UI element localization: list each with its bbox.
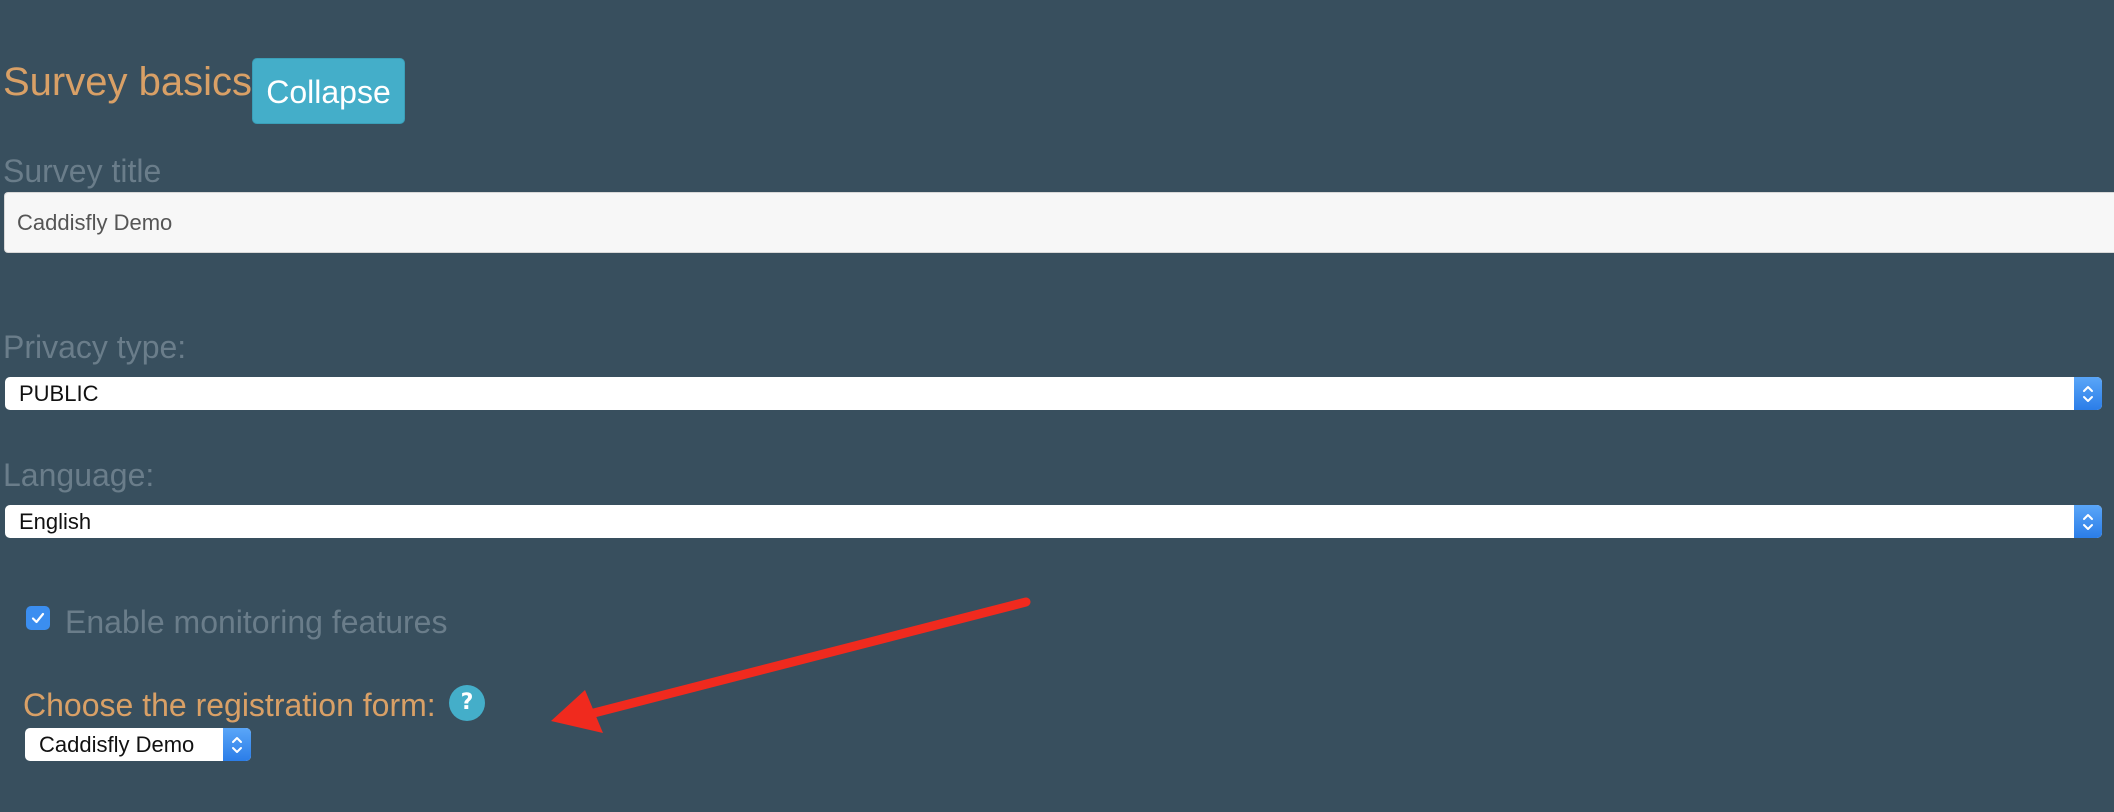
survey-title-label: Survey title bbox=[3, 153, 162, 189]
registration-form-label: Choose the registration form: bbox=[23, 687, 436, 723]
monitoring-label: Enable monitoring features bbox=[65, 604, 448, 640]
language-select[interactable]: English bbox=[5, 505, 2102, 538]
privacy-type-label: Privacy type: bbox=[3, 329, 187, 365]
collapse-button[interactable]: Collapse bbox=[252, 58, 405, 124]
privacy-type-value: PUBLIC bbox=[19, 381, 99, 406]
registration-form-value: Caddisfly Demo bbox=[39, 732, 195, 757]
privacy-type-select[interactable]: PUBLIC bbox=[5, 377, 2102, 410]
question-mark-icon[interactable]: ? bbox=[449, 685, 485, 721]
language-label: Language: bbox=[3, 457, 155, 493]
checkmark-icon bbox=[31, 612, 45, 624]
language-value: English bbox=[19, 509, 92, 534]
chevron-up-down-icon bbox=[2074, 377, 2102, 410]
survey-title-input[interactable] bbox=[4, 192, 2114, 253]
chevron-up-down-icon bbox=[223, 728, 251, 761]
registration-form-select[interactable]: Caddisfly Demo bbox=[25, 728, 251, 761]
section-title: Survey basics bbox=[3, 60, 252, 104]
monitoring-checkbox[interactable] bbox=[26, 606, 50, 630]
chevron-up-down-icon bbox=[2074, 505, 2102, 538]
